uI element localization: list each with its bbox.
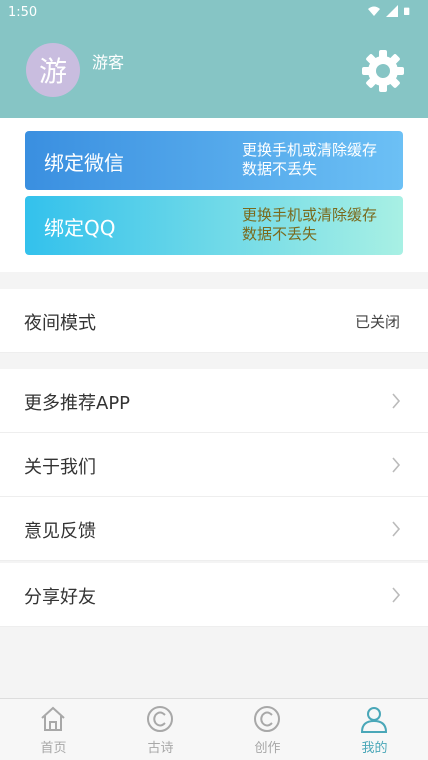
night-mode-label: 夜间模式: [24, 313, 96, 334]
bind-qq-desc-line2: 数据不丢失: [242, 225, 318, 243]
status-time: 1:50: [8, 5, 38, 20]
bind-qq-card[interactable]: 绑定QQ 更换手机或清除缓存 数据不丢失: [25, 196, 403, 255]
bind-qq-title: 绑定QQ: [44, 216, 116, 240]
bottom-nav: 首页 古诗 创作 我的: [0, 698, 428, 760]
night-mode-status: 已关闭: [354, 313, 400, 331]
chevron-right-icon: [392, 521, 401, 537]
tab-poems[interactable]: 古诗: [107, 699, 214, 760]
signal-icon: [386, 5, 398, 17]
avatar[interactable]: 游: [26, 43, 80, 97]
menu-item-more-apps[interactable]: 更多推荐APP: [0, 369, 428, 433]
battery-icon: [404, 7, 410, 15]
bind-wechat-desc: 更换手机或清除缓存 数据不丢失: [242, 141, 377, 179]
bind-wechat-card[interactable]: 绑定微信 更换手机或清除缓存 数据不丢失: [25, 131, 403, 190]
bind-qq-desc-line1: 更换手机或清除缓存: [242, 206, 378, 224]
person-icon: [360, 707, 388, 733]
status-bar: 1:50: [0, 0, 428, 26]
gear-icon[interactable]: [360, 48, 406, 94]
tab-home-label: 首页: [40, 741, 67, 756]
profile-header: 游 游客: [0, 26, 428, 118]
tab-poems-label: 古诗: [147, 741, 174, 756]
copyright-icon: [254, 706, 280, 732]
chevron-right-icon: [392, 457, 401, 473]
menu-item-share[interactable]: 分享好友: [0, 563, 428, 627]
night-mode-row[interactable]: 夜间模式 已关闭: [0, 289, 428, 353]
menu-item-about-us[interactable]: 关于我们: [0, 433, 428, 497]
copyright-icon: [147, 706, 173, 732]
status-icons: [368, 5, 412, 17]
tab-create-label: 创作: [254, 741, 281, 756]
wifi-icon: [368, 6, 380, 16]
bind-wechat-desc-line1: 更换手机或清除缓存: [242, 141, 378, 159]
menu-item-label: 意见反馈: [24, 521, 96, 542]
bind-wechat-desc-line2: 数据不丢失: [242, 160, 318, 178]
username[interactable]: 游客: [92, 49, 124, 73]
menu-item-feedback[interactable]: 意见反馈: [0, 497, 428, 561]
bind-qq-desc: 更换手机或清除缓存 数据不丢失: [242, 206, 377, 244]
tab-mine[interactable]: 我的: [321, 699, 428, 760]
menu-item-label: 更多推荐APP: [24, 393, 131, 414]
home-icon: [41, 706, 65, 731]
tab-mine-label: 我的: [361, 741, 388, 756]
bind-cards: 绑定微信 更换手机或清除缓存 数据不丢失 绑定QQ 更换手机或清除缓存 数据不丢…: [0, 118, 428, 272]
chevron-right-icon: [392, 393, 401, 409]
tab-create[interactable]: 创作: [214, 699, 321, 760]
bind-wechat-title: 绑定微信: [44, 151, 124, 175]
tab-home[interactable]: 首页: [0, 699, 107, 760]
menu-item-label: 分享好友: [24, 587, 96, 608]
chevron-right-icon: [392, 587, 401, 603]
menu-item-label: 关于我们: [24, 457, 96, 478]
